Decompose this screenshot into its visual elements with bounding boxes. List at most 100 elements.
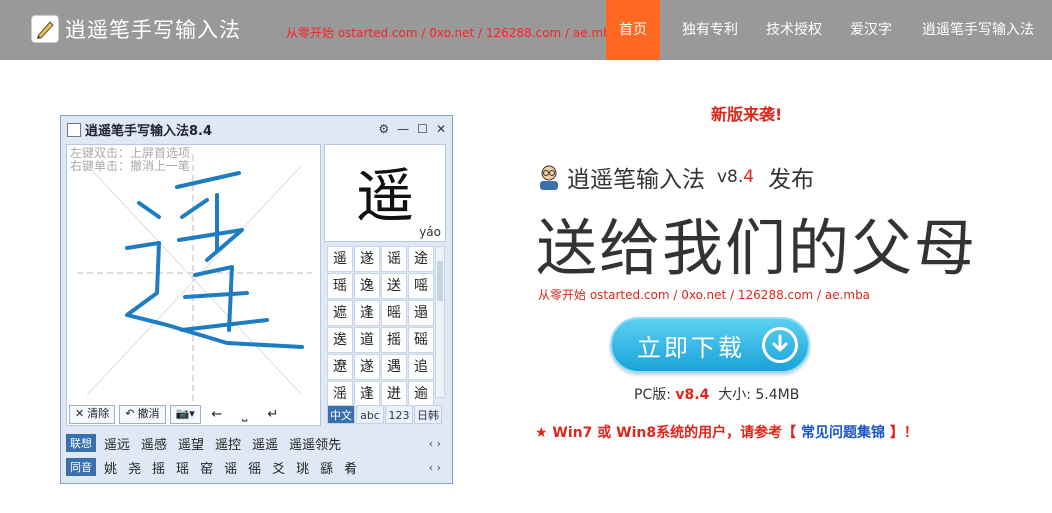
candidate[interactable]: 暚 [381,300,407,326]
mode-abc[interactable]: abc [356,405,384,424]
candidate[interactable]: 遢 [408,300,434,326]
scroll-thumb[interactable] [437,261,443,301]
homophone-row: 同音 姚 尧 摇 瑶 窑 谣 徭 爻 珧 繇 肴 ‹ › [66,457,447,477]
assoc-word[interactable]: 遥控 [215,434,241,453]
download-arrow-icon [762,327,798,363]
homo-char[interactable]: 繇 [320,458,333,477]
homo-char[interactable]: 爻 [272,458,285,477]
ime-title: 逍遥笔手写输入法8.4 [85,124,213,139]
homo-char[interactable]: 谣 [224,458,237,477]
candidate[interactable]: 摇 [381,327,407,353]
candidate[interactable]: 遂 [354,246,380,272]
pc-info: PC版: v8.4 大小: 5.4MB [634,384,799,404]
win-note: ★ Win7 或 Win8系统的用户，请参考【 常见问题集锦 】！ [535,422,918,442]
candidate[interactable]: 道 [354,327,380,353]
homo-char[interactable]: 徭 [248,458,261,477]
logo-text: 逍遥笔手写输入法 [65,18,241,42]
candidate[interactable]: 遇 [381,354,407,380]
candidate[interactable]: 追 [408,354,434,380]
page-arrows[interactable]: ‹ › [429,461,441,474]
camera-icon: 📷▾ [175,408,195,420]
camera-button[interactable]: 📷▾ [169,405,201,424]
candidate[interactable]: 逘 [327,327,353,353]
download-button[interactable]: 立即下载 [610,317,810,373]
candidate[interactable]: 遥 [327,246,353,272]
version-prefix: v8. [717,167,744,187]
homo-char[interactable]: 摇 [152,458,165,477]
clear-button[interactable]: ✕ 清除 [69,405,116,424]
version-suffix: 4 [743,167,755,187]
homo-char[interactable]: 肴 [344,458,357,477]
homo-char[interactable]: 珧 [296,458,309,477]
space-icon[interactable]: ⎵ [233,407,257,422]
candidate-scrollbar[interactable] [435,246,445,398]
candidate[interactable]: 滛 [327,381,353,407]
backspace-icon[interactable]: ← [205,407,229,422]
assoc-word[interactable]: 遥感 [141,434,167,453]
clear-label: 清除 [87,408,110,420]
avatar-icon [540,165,558,190]
faq-link[interactable]: 常见问题集锦 [801,425,885,441]
site-tagline: 从零开始 ostarted.com / 0xo.net / 126288.com… [286,26,619,40]
candidate[interactable]: 逢 [354,381,380,407]
pen-icon [31,15,59,43]
mode-tabs: 中文 abc 123 日韩 [327,405,442,424]
maximize-icon[interactable]: ☐ [417,122,428,136]
candidate[interactable]: 逸 [354,273,380,299]
candidate[interactable]: 逢 [354,300,380,326]
pc-label: PC版: [634,387,671,403]
product-name: 逍遥笔输入法 [567,167,705,193]
preview-char: 遥 [355,162,414,230]
homo-char[interactable]: 尧 [128,458,141,477]
assoc-word[interactable]: 遥遥 [252,434,278,453]
release-line: 逍遥笔输入法 v8.4 发布 [535,160,814,194]
gear-icon[interactable]: ⚙ [378,122,389,136]
candidate[interactable]: 途 [408,246,434,272]
mode-jp-kr[interactable]: 日韩 [414,405,442,424]
assoc-word[interactable]: 遥远 [104,434,130,453]
candidate[interactable]: 谣 [381,246,407,272]
candidate[interactable]: 磘 [408,327,434,353]
mode-123[interactable]: 123 [385,405,413,424]
candidate[interactable]: 遂 [354,354,380,380]
minimize-icon[interactable]: — [397,122,409,136]
assoc-word[interactable]: 遥遥领先 [289,434,341,453]
homo-char[interactable]: 姚 [104,458,117,477]
download-label: 立即下载 [637,333,745,362]
undo-button[interactable]: ↶ 撤消 [119,405,166,424]
assoc-tag: 联想 [66,434,96,452]
handwriting-strokes [77,155,312,420]
size-label: 大小: 5.4MB [718,387,800,403]
version: v8.4 [717,167,754,187]
candidate[interactable]: 送 [381,273,407,299]
nav-patent[interactable]: 独有专利 [660,0,752,60]
win-note-prefix: ★ Win7 或 Win8系统的用户，请参考【 [535,425,797,441]
pc-version: v8.4 [675,387,710,403]
candidate[interactable]: 迸 [381,381,407,407]
candidate[interactable]: 瑶 [327,273,353,299]
assoc-word[interactable]: 遥望 [178,434,204,453]
homo-char[interactable]: 窑 [200,458,213,477]
nav-license[interactable]: 技术授权 [752,0,836,60]
handwriting-canvas[interactable]: 左键双击：上屏首选项 右键单击：撤消上一笔 [66,144,321,426]
ime-window: 逍遥笔手写输入法8.4 ⚙ — ☐ ✕ 左键双击：上屏首选项 右键单击：撤消上一… [60,115,453,484]
nav-product[interactable]: 逍遥笔手写输入法 [906,0,1048,60]
undo-label: 撤消 [137,408,160,420]
preview-pinyin: yáo [419,225,441,239]
logo[interactable]: 逍遥笔手写输入法 [31,14,241,44]
publish-label: 发布 [768,167,815,193]
candidate[interactable]: 遮 [327,300,353,326]
window-controls: ⚙ — ☐ ✕ [378,122,446,136]
nav-home[interactable]: 首页 [606,0,660,60]
enter-icon[interactable]: ↵ [261,407,285,422]
candidate[interactable]: 逾 [408,381,434,407]
homo-char[interactable]: 瑶 [176,458,189,477]
candidate[interactable]: 嗂 [408,273,434,299]
candidate[interactable]: 遼 [327,354,353,380]
page-arrows[interactable]: ‹ › [429,437,441,450]
mode-chinese[interactable]: 中文 [327,405,355,424]
ime-toolbar: ✕ 清除 ↶ 撤消 📷▾ ← ⎵ ↵ [69,405,285,424]
close-icon[interactable]: ✕ [436,122,446,136]
new-version-label: 新版来袭! [711,105,783,124]
nav-love-hanzi[interactable]: 爱汉字 [836,0,906,60]
